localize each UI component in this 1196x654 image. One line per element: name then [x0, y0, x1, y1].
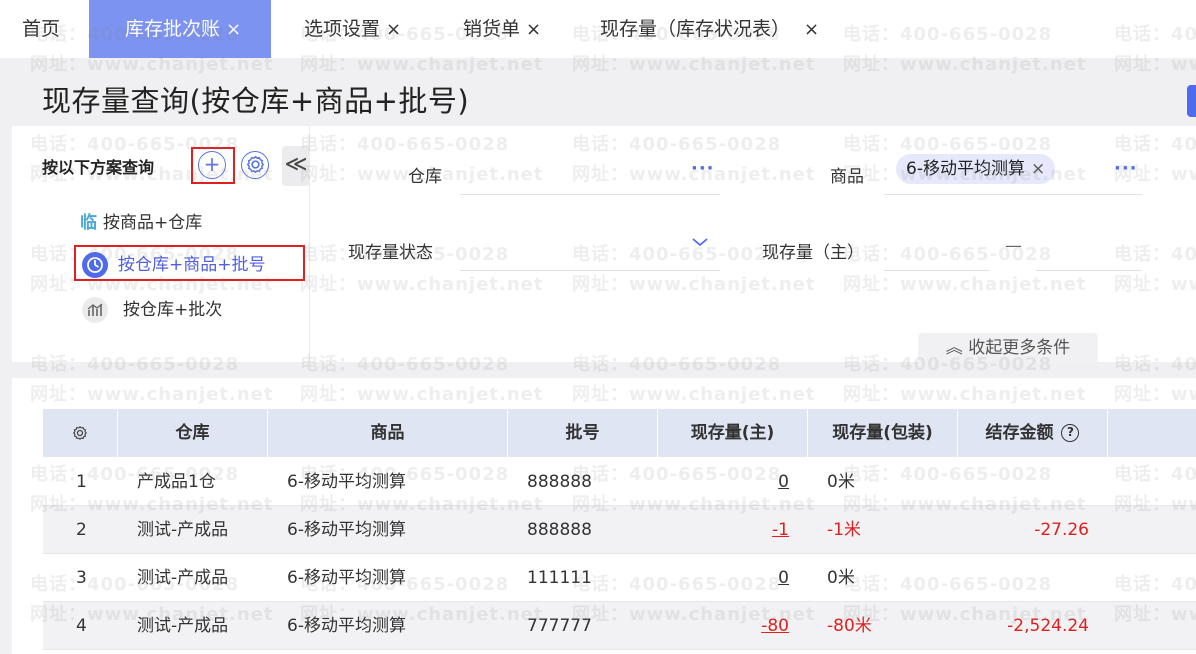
- cell-qty-pack: 0米: [827, 472, 855, 492]
- side-action-button[interactable]: [1187, 85, 1196, 117]
- page-title: 现存量查询(按仓库+商品+批号): [42, 84, 470, 118]
- row-number: 1: [76, 472, 87, 492]
- close-icon[interactable]: ×: [386, 19, 401, 40]
- cell-qty-link[interactable]: -1: [658, 506, 789, 554]
- help-icon[interactable]: ?: [1061, 424, 1080, 442]
- product-more-icon[interactable]: ···: [1114, 158, 1138, 179]
- column-header-product[interactable]: 商品: [268, 409, 508, 457]
- cell-qty-pack: -80米: [827, 616, 872, 636]
- cell-amount: [958, 554, 1089, 602]
- product-chip[interactable]: 6-移动平均测算 ×: [896, 154, 1056, 184]
- cell-warehouse: 产成品1仓: [137, 472, 216, 492]
- qty-min-field[interactable]: [884, 270, 990, 271]
- cell-product: 6-移动平均测算: [287, 616, 406, 636]
- chart-bar-icon: 临: [80, 213, 97, 233]
- close-icon[interactable]: ×: [804, 19, 819, 40]
- chart-line-icon: [82, 297, 108, 323]
- highlight-box-add: [191, 147, 235, 184]
- cell-batch: 888888: [527, 520, 592, 540]
- row-number: 2: [76, 520, 87, 540]
- chevron-down-icon[interactable]: [690, 232, 710, 252]
- table-row[interactable]: 3 测试-产成品 6-移动平均测算 111111 0 0米: [43, 554, 1196, 602]
- stock-status-select[interactable]: [460, 270, 720, 271]
- warehouse-field[interactable]: [460, 194, 720, 195]
- settings-button[interactable]: [241, 151, 269, 179]
- cell-amount: -2,524.24: [1007, 616, 1089, 636]
- column-header-amount[interactable]: 结存金额 ?: [958, 409, 1108, 457]
- close-icon[interactable]: ×: [226, 19, 241, 40]
- warehouse-label: 仓库: [408, 167, 442, 187]
- cell-warehouse: 测试-产成品: [137, 520, 229, 540]
- scheme-title: 按以下方案查询: [42, 158, 155, 177]
- cell-amount: [958, 458, 1089, 506]
- cell-warehouse: 测试-产成品: [137, 616, 229, 636]
- warehouse-more-icon[interactable]: ···: [691, 158, 715, 179]
- highlight-box-scheme: [74, 245, 305, 281]
- cell-batch: 111111: [527, 568, 592, 588]
- product-label: 商品: [830, 167, 864, 187]
- table-row[interactable]: 1 产成品1仓 6-移动平均测算 888888 0 0米: [43, 458, 1196, 506]
- table-row[interactable]: 2 测试-产成品 6-移动平均测算 888888 -1 -1米 -27.26: [43, 506, 1196, 554]
- tab-option-settings[interactable]: 选项设置 ×: [304, 0, 401, 58]
- cell-batch: 777777: [527, 616, 592, 636]
- column-header-qty-pack[interactable]: 现存量(包装): [808, 409, 958, 457]
- collapse-panel-button[interactable]: ≪: [282, 146, 310, 186]
- close-icon[interactable]: ×: [526, 19, 541, 40]
- row-number: 4: [76, 616, 87, 636]
- column-settings[interactable]: [43, 409, 118, 457]
- cell-qty-link[interactable]: 0: [658, 458, 789, 506]
- qty-label: 现存量（主）: [762, 243, 864, 263]
- chevron-up-icon: ︽: [945, 338, 963, 358]
- chip-remove-icon[interactable]: ×: [1031, 159, 1045, 179]
- scheme-item-warehouse-batch[interactable]: 按仓库+批次: [82, 297, 222, 323]
- stock-status-label: 现存量状态: [348, 243, 433, 263]
- cell-qty-pack: 0米: [827, 568, 855, 588]
- tab-sales-order[interactable]: 销货单 ×: [463, 0, 541, 58]
- tab-inventory-batch-ledger[interactable]: 库存批次账 ×: [89, 0, 271, 58]
- cell-product: 6-移动平均测算: [287, 520, 406, 540]
- column-header-warehouse[interactable]: 仓库: [118, 409, 268, 457]
- cell-amount: -27.26: [1034, 520, 1089, 540]
- row-number: 3: [76, 568, 87, 588]
- gear-icon: [246, 155, 264, 174]
- cell-product: 6-移动平均测算: [287, 472, 406, 492]
- cell-qty-pack: -1米: [827, 520, 861, 540]
- cell-warehouse: 测试-产成品: [137, 568, 229, 588]
- scheme-item-product-warehouse[interactable]: 临按商品+仓库: [80, 208, 202, 233]
- collapse-conditions-button[interactable]: ︽ 收起更多条件: [918, 333, 1098, 363]
- tab-bar: 首页 库存批次账 × 选项设置 × 销货单 × 现存量（库存状况表） ×: [0, 0, 1196, 58]
- cell-qty-link[interactable]: 0: [658, 554, 789, 602]
- tab-stock-status[interactable]: 现存量（库存状况表） ×: [600, 0, 819, 58]
- cell-product: 6-移动平均测算: [287, 568, 406, 588]
- column-header-batch[interactable]: 批号: [508, 409, 658, 457]
- qty-max-field[interactable]: [1036, 270, 1142, 271]
- product-field[interactable]: [884, 194, 1142, 195]
- cell-qty-link[interactable]: -80: [658, 602, 789, 650]
- range-separator: —: [1005, 236, 1022, 256]
- cell-batch: 888888: [527, 472, 592, 492]
- column-header-qty[interactable]: 现存量(主): [658, 409, 808, 457]
- table-row[interactable]: 4 测试-产成品 6-移动平均测算 777777 -80 -80米 -2,524…: [43, 602, 1196, 650]
- gear-icon: [72, 425, 87, 441]
- tab-home[interactable]: 首页: [22, 0, 60, 58]
